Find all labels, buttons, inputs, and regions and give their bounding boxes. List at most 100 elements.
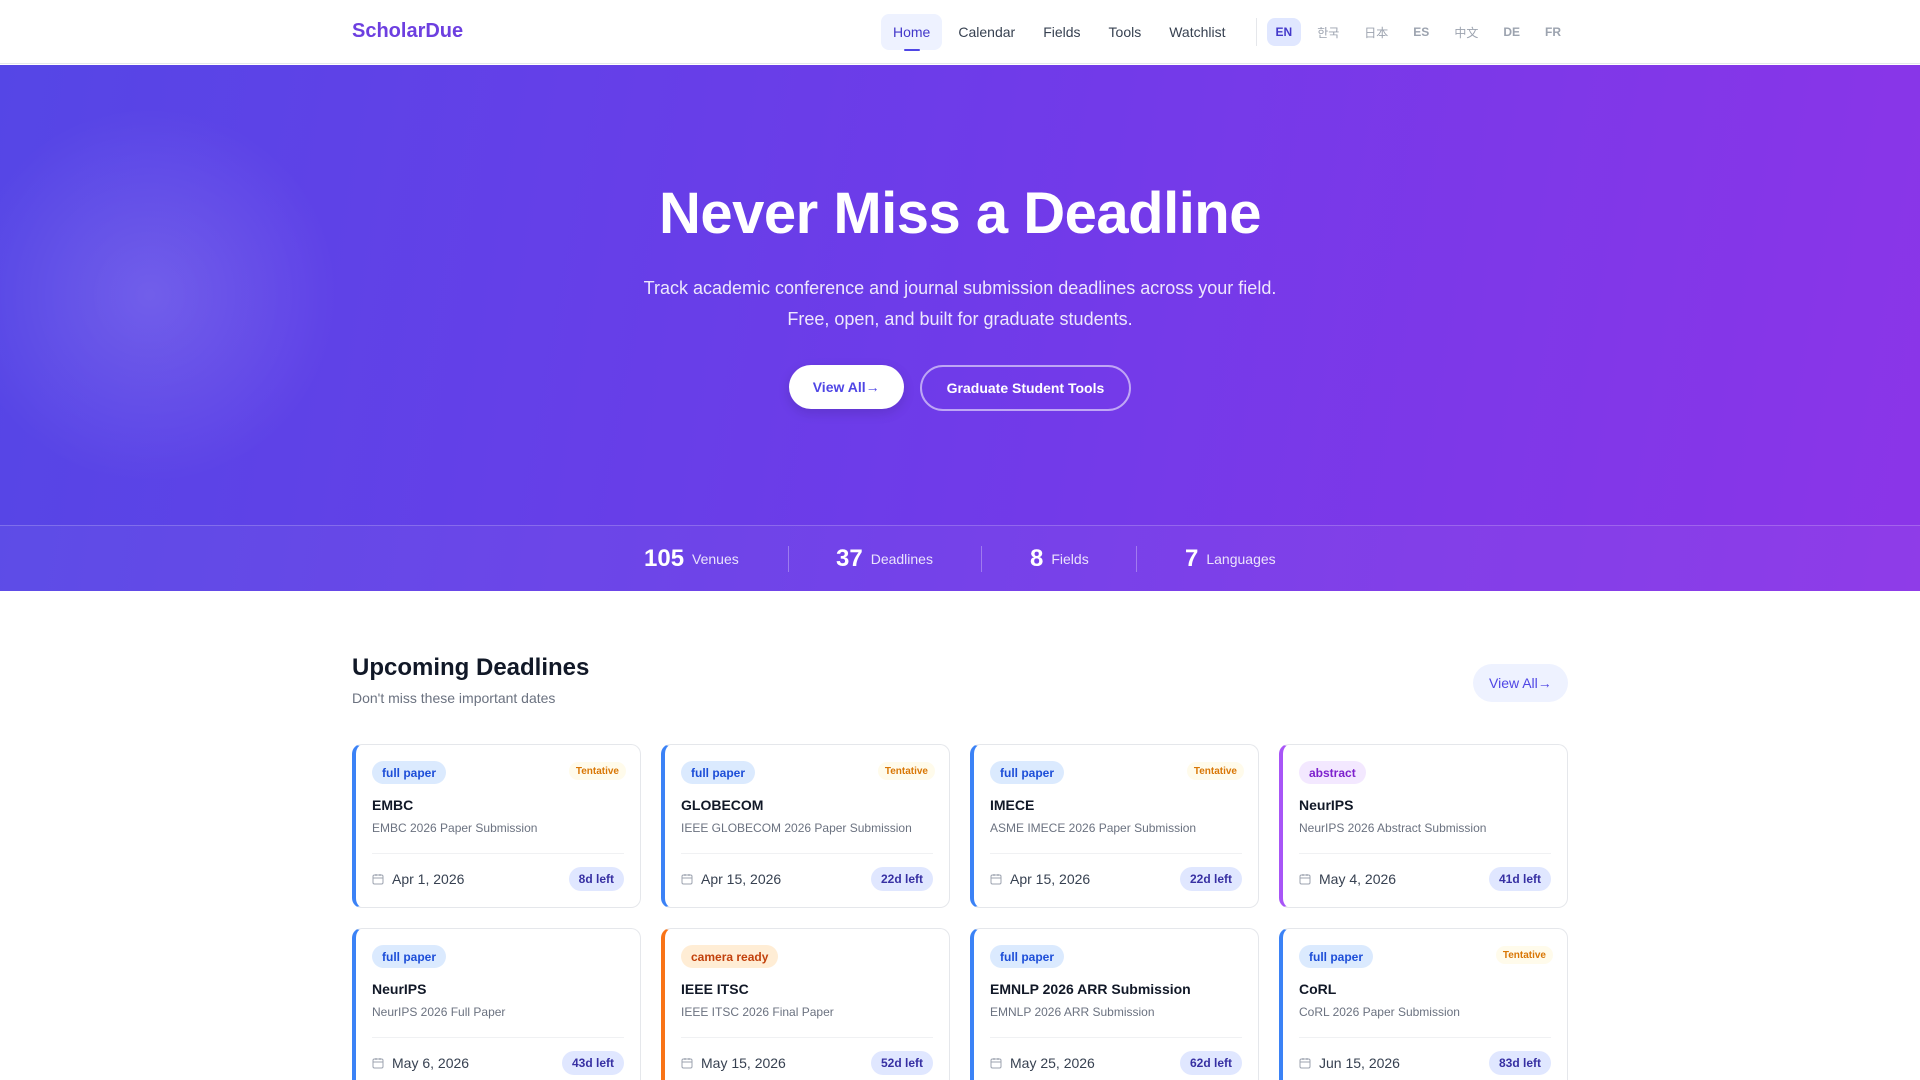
deadline-date-text: Jun 15, 2026 — [1319, 1055, 1400, 1071]
nav-link-home[interactable]: Home — [881, 14, 943, 51]
venue-name: CoRL — [1299, 981, 1337, 997]
stat-divider — [1136, 546, 1137, 572]
nav-divider — [1255, 18, 1257, 46]
submission-type-badge: camera ready — [681, 945, 779, 968]
deadline-card[interactable]: camera ready IEEE ITSC IEEE ITSC 2026 Fi… — [661, 928, 950, 1080]
nav-link-watchlist[interactable]: Watchlist — [1157, 14, 1237, 50]
deadline-date: May 6, 2026 — [372, 1055, 469, 1071]
deadline-date-text: May 15, 2026 — [701, 1055, 786, 1071]
deadline-date: Apr 15, 2026 — [990, 871, 1090, 887]
deadline-date: May 15, 2026 — [681, 1055, 786, 1071]
card-divider — [990, 853, 1242, 854]
nav-link-tools[interactable]: Tools — [1097, 14, 1154, 50]
submission-type-badge: full paper — [990, 945, 1065, 968]
nav-link-fields[interactable]: Fields — [1031, 14, 1092, 50]
deadline-card[interactable]: full paper EMNLP 2026 ARR Submission EMN… — [970, 928, 1259, 1080]
stat-deadlines-label: Deadlines — [870, 551, 933, 567]
nav-link-calendar[interactable]: Calendar — [946, 14, 1027, 50]
lang-es[interactable]: ES — [1404, 18, 1438, 46]
hero-subtitle-line-2: Free, open, and built for graduate stude… — [787, 309, 1133, 329]
stats-bar: 105 Venues 37 Deadlines 8 Fields 7 Langu… — [0, 525, 1920, 591]
submission-type-badge: full paper — [1299, 945, 1374, 968]
hero-title: Never Miss a Deadline — [658, 181, 1262, 246]
card-divider — [372, 1037, 624, 1038]
card-divider — [681, 853, 933, 854]
deadline-description: EMNLP 2026 ARR Submission — [990, 1005, 1155, 1019]
calendar-icon — [1299, 1058, 1311, 1069]
lang-ko[interactable]: 한국 — [1308, 18, 1348, 46]
submission-type-badge: full paper — [372, 945, 447, 968]
calendar-icon — [681, 874, 693, 885]
deadline-date: May 4, 2026 — [1299, 871, 1396, 887]
stat-fields-label: Fields — [1051, 551, 1089, 567]
lang-en[interactable]: EN — [1266, 18, 1302, 46]
calendar-icon — [681, 1058, 693, 1069]
card-divider — [990, 1037, 1242, 1038]
stat-venues: 105 Venues — [644, 526, 739, 591]
graduate-tools-button[interactable]: Graduate Student Tools — [919, 365, 1132, 411]
deadline-description: NeurIPS 2026 Full Paper — [372, 1005, 506, 1019]
hero-section: Never Miss a Deadline Track academic con… — [0, 65, 1920, 591]
deadline-date: Apr 15, 2026 — [681, 871, 781, 887]
deadline-card[interactable]: full paper Tentative IMECE ASME IMECE 20… — [970, 744, 1259, 908]
stat-divider — [981, 546, 982, 572]
lang-ja[interactable]: 日本 — [1355, 18, 1397, 46]
deadline-card[interactable]: full paper Tentative EMBC EMBC 2026 Pape… — [352, 744, 641, 908]
hero-subtitle: Track academic conference and journal su… — [0, 273, 1920, 335]
tentative-badge: Tentative — [1186, 762, 1244, 780]
lang-fr[interactable]: FR — [1536, 18, 1570, 46]
card-divider — [1299, 1037, 1551, 1038]
days-left-badge: 22d left — [870, 867, 933, 891]
section-title: Upcoming Deadlines — [352, 654, 590, 681]
days-left-badge: 41d left — [1488, 867, 1551, 891]
calendar-icon — [372, 874, 384, 885]
language-switcher: EN 한국 日本 ES 中文 DE FR — [1266, 18, 1577, 46]
stat-deadlines: 37 Deadlines — [836, 526, 933, 591]
calendar-icon — [990, 874, 1002, 885]
section-view-all-button[interactable]: View All→ — [1473, 664, 1568, 702]
deadline-date: Jun 15, 2026 — [1299, 1055, 1400, 1071]
deadline-description: EMBC 2026 Paper Submission — [372, 821, 538, 835]
deadline-description: ASME IMECE 2026 Paper Submission — [990, 821, 1197, 835]
days-left-badge: 52d left — [870, 1051, 933, 1075]
brand-logo[interactable]: ScholarDue — [352, 20, 463, 43]
stat-divider — [788, 546, 789, 572]
deadline-card[interactable]: full paper Tentative GLOBECOM IEEE GLOBE… — [661, 744, 950, 908]
deadline-description: IEEE ITSC 2026 Final Paper — [681, 1005, 834, 1019]
venue-name: NeurIPS — [372, 981, 427, 997]
tentative-badge: Tentative — [1495, 946, 1553, 964]
submission-type-badge: full paper — [990, 761, 1065, 784]
card-divider — [372, 853, 624, 854]
venue-name: EMNLP 2026 ARR Submission — [990, 981, 1191, 997]
lang-de[interactable]: DE — [1494, 18, 1529, 46]
lang-zh[interactable]: 中文 — [1445, 18, 1487, 46]
venue-name: NeurIPS — [1299, 797, 1354, 813]
deadline-date-text: May 4, 2026 — [1319, 871, 1397, 887]
deadline-date-text: Apr 15, 2026 — [1010, 871, 1091, 887]
stat-languages: 7 Languages — [1185, 526, 1276, 591]
stat-deadlines-value: 37 — [836, 545, 863, 572]
deadline-card[interactable]: full paper Tentative CoRL CoRL 2026 Pape… — [1279, 928, 1568, 1080]
days-left-badge: 22d left — [1179, 867, 1242, 891]
tentative-badge: Tentative — [568, 762, 626, 780]
deadline-date-text: Apr 15, 2026 — [701, 871, 782, 887]
deadline-date: Apr 1, 2026 — [372, 871, 464, 887]
tentative-badge: Tentative — [877, 762, 935, 780]
view-all-button[interactable]: View All→ — [788, 365, 904, 409]
venue-name: IEEE ITSC — [681, 981, 749, 997]
stat-languages-value: 7 — [1185, 545, 1199, 572]
submission-type-badge: full paper — [681, 761, 756, 784]
stat-fields-value: 8 — [1030, 545, 1044, 572]
stat-venues-value: 105 — [644, 545, 685, 572]
hero-actions: View All→ Graduate Student Tools — [0, 365, 1920, 411]
venue-name: GLOBECOM — [681, 797, 764, 813]
submission-type-badge: abstract — [1299, 761, 1366, 784]
calendar-icon — [1299, 874, 1311, 885]
days-left-badge: 62d left — [1179, 1051, 1242, 1075]
deadline-card[interactable]: full paper NeurIPS NeurIPS 2026 Full Pap… — [352, 928, 641, 1080]
calendar-icon — [990, 1058, 1002, 1069]
days-left-badge: 83d left — [1488, 1051, 1551, 1075]
calendar-icon — [372, 1058, 384, 1069]
top-navbar: ScholarDue Home Calendar Fields Tools Wa… — [0, 0, 1920, 64]
deadline-card[interactable]: abstract NeurIPS NeurIPS 2026 Abstract S… — [1279, 744, 1568, 908]
